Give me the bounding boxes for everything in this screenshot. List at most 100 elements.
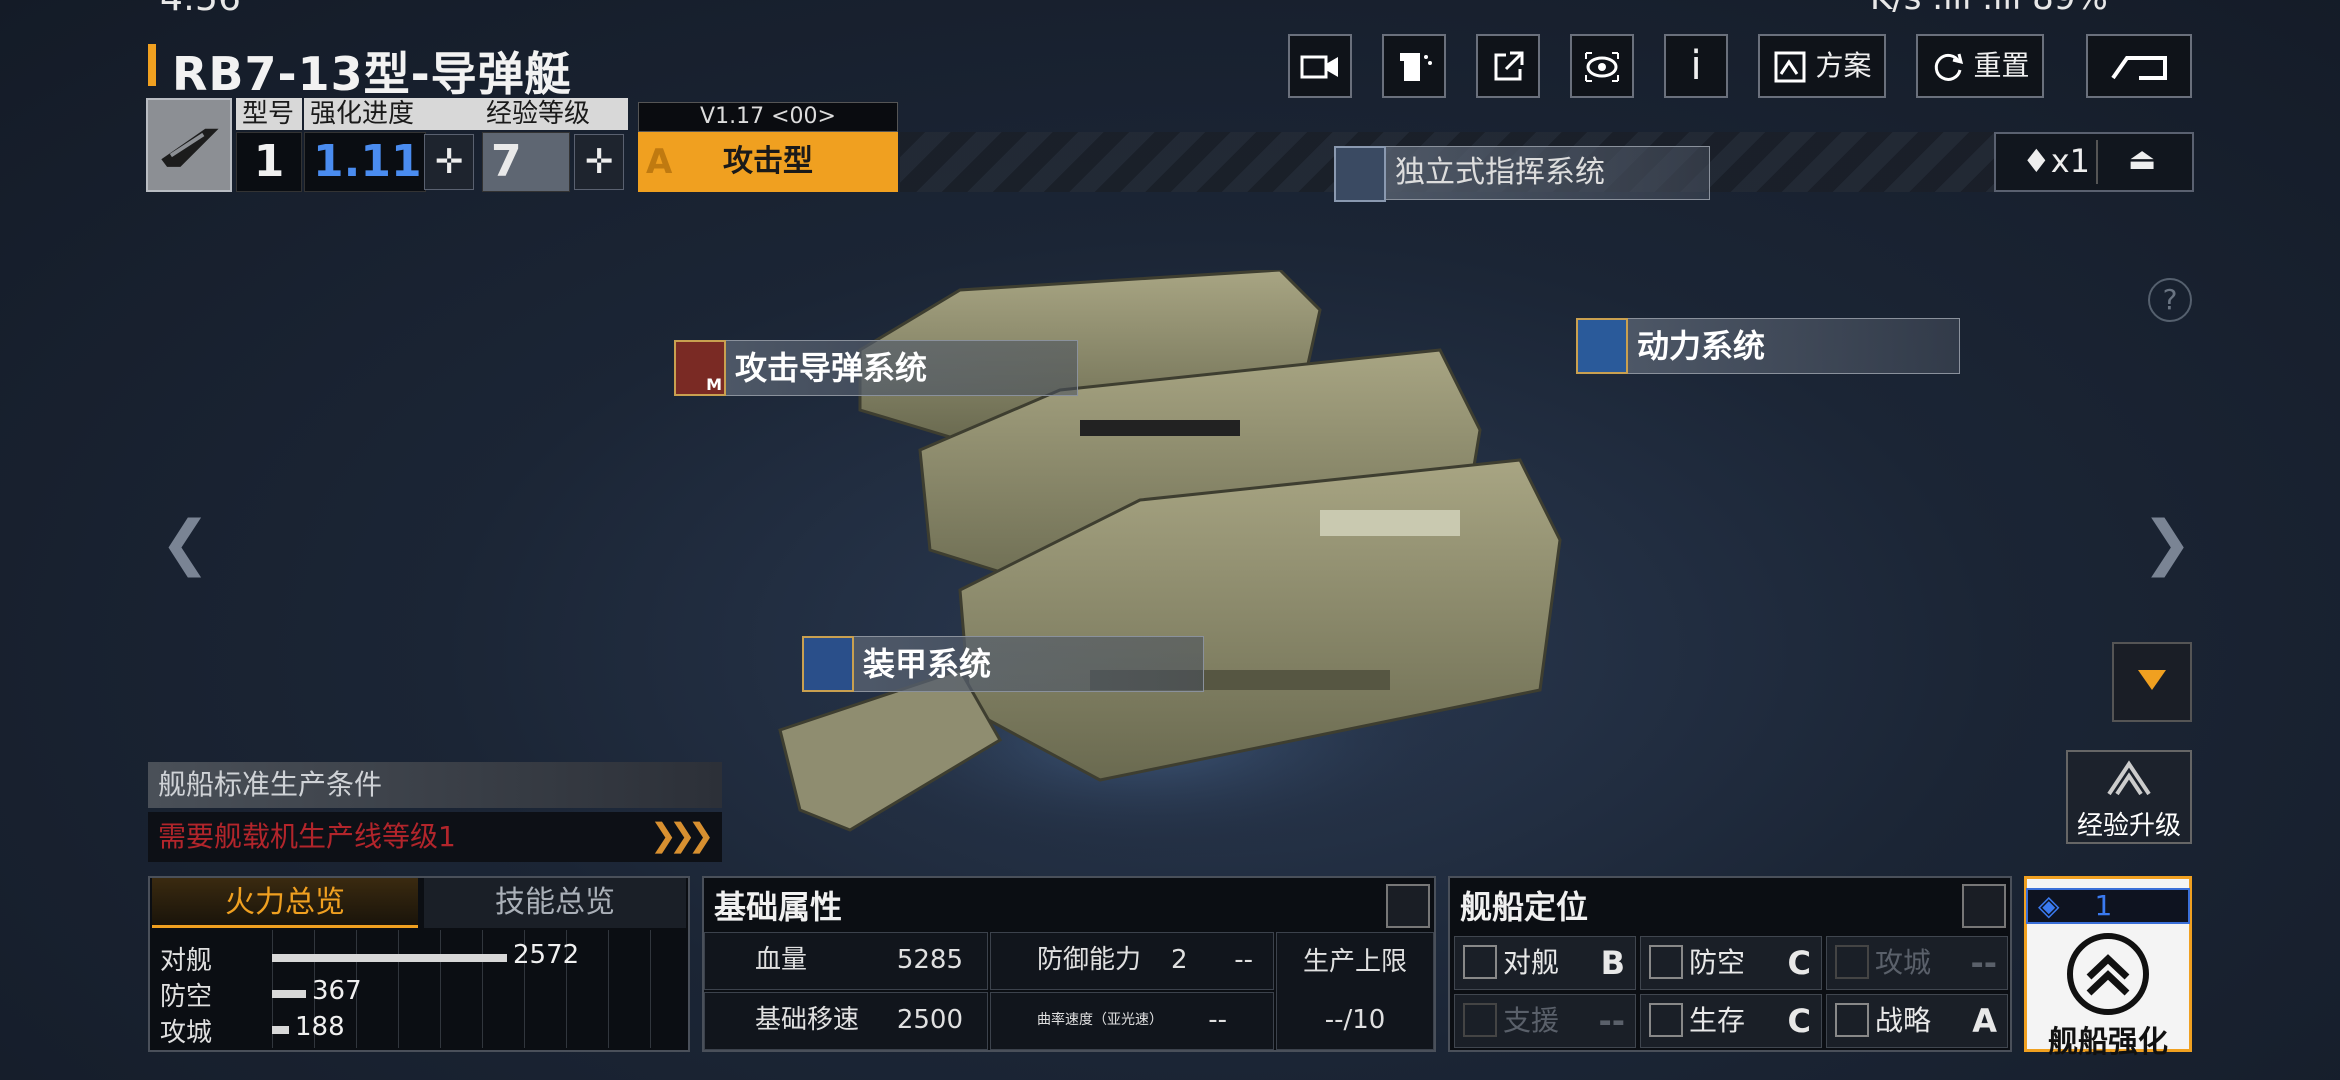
info-icon: i [1690,43,1702,89]
experience-upgrade-label: 经验升级 [2076,811,2181,841]
help-button[interactable]: ? [2148,278,2192,322]
production-condition-title: 舰船标准生产条件 [148,762,722,808]
ship-type-label: 攻击型 [723,144,813,179]
share-button[interactable] [1476,34,1540,98]
expand-copy-icon[interactable] [1386,884,1430,928]
back-button[interactable] [2086,34,2192,98]
speed-cell: 基础移速 2500 [704,992,988,1050]
hp-value: 5285 [896,945,963,975]
role-grade: C [1787,1002,1811,1040]
command-system-label[interactable]: 独立式指挥系统 [1334,146,1710,202]
ship-type-letter: A [646,142,673,182]
role-label: 生存 [1689,1004,1746,1037]
production-limit-value: --/10 [1324,1005,1386,1035]
role-label: 对舰 [1503,946,1560,979]
exp-level-header: 经验等级 [480,98,628,130]
scheme-label: 方案 [1815,49,1872,82]
triangle-down-icon [2138,670,2166,690]
missile-system-text: 攻击导弹系统 [735,349,928,387]
view-mode-button[interactable] [1570,34,1634,98]
role-icon [1835,1003,1869,1037]
role-grade: A [1972,1002,1997,1040]
defense-label: 防御能力 [1037,945,1142,975]
record-video-button[interactable] [1288,34,1352,98]
firepower-bar [272,990,306,998]
tab-skills[interactable]: 技能总览 [424,878,686,928]
role-label: 战略 [1875,1004,1932,1037]
multiplier-box: ♦x1 ⏏ [1994,132,2194,192]
back-icon [2111,56,2167,80]
divider [2096,140,2098,184]
production-limit-label: 生产上限 [1302,947,1407,977]
exp-level-add-button[interactable]: ✛ [574,134,624,190]
enhance-count-box: ◈ 1 [2026,888,2190,924]
warp-cell: 曲率速度（亚光速） -- [990,992,1274,1050]
multiplier[interactable]: ♦x1 [2022,142,2090,180]
double-chevron-up-icon [2067,933,2149,1015]
positioning-title: 舰船定位 [1460,888,1589,926]
experience-upgrade-button[interactable]: 经验升级 [2066,750,2192,844]
positioning-expand-icon[interactable] [1962,884,2006,928]
paint-button[interactable] [1382,34,1446,98]
status-indicators: K/s .ill .ill 89% [1870,0,2108,18]
firepower-label: 防空 [160,982,213,1012]
role-icon [1649,945,1683,979]
shield-icon [802,636,854,692]
next-ship-arrow[interactable]: ❯ [2142,508,2192,578]
missile-system-label[interactable]: M 攻击导弹系统 [674,340,1078,396]
command-system-icon [1334,146,1386,202]
reset-button[interactable]: 重置 [1916,34,2044,98]
role-cell: 战略 A [1826,994,2008,1048]
exp-level-value: 7 [482,132,570,192]
enhance-icon: ◈ [2038,889,2060,922]
role-icon [1463,945,1497,979]
title-accent [148,44,156,86]
role-grade: -- [1598,1002,1625,1040]
production-requirement: 需要舰载机生产线等级1 [148,812,722,862]
armor-system-label[interactable]: 装甲系统 [802,636,1204,692]
reset-icon [1934,53,1963,81]
power-icon [1576,318,1628,374]
enhance-count: 1 [2094,889,2113,922]
role-icon [1649,1003,1683,1037]
reset-label: 重置 [1973,49,2030,82]
firepower-value: 2572 [513,940,580,970]
role-icon [1835,945,1869,979]
version-label: V1.17 <00> [638,102,898,132]
role-label: 支援 [1503,1004,1560,1037]
speed-value: 2500 [896,1005,963,1035]
firepower-bar [272,954,507,962]
info-button[interactable]: i [1664,34,1728,98]
view-icon [1585,52,1619,82]
role-grade: C [1787,944,1811,982]
defense-value: 2 [1171,945,1188,975]
firepower-value: 188 [295,1012,345,1042]
progress-value: 1.11 [304,132,426,192]
armor-system-text: 装甲系统 [863,645,992,683]
tab-firepower[interactable]: 火力总览 [152,878,418,928]
prev-ship-arrow[interactable]: ❮ [160,508,210,578]
missile-tag: M [706,375,722,394]
status-time: 4:56 [160,0,241,19]
ship-class-emblem-icon [146,98,232,192]
role-grade: B [1600,944,1625,982]
multiplier-label: x1 [2050,142,2090,180]
role-cell: 对舰 B [1454,936,1636,990]
diamond-icon: ♦ [2022,142,2051,180]
warp-label: 曲率速度（亚光速） [1037,1012,1163,1028]
paint-spray-icon [1400,53,1432,81]
expand-down-button[interactable] [2112,642,2192,722]
command-system-text: 独立式指挥系统 [1395,155,1605,190]
power-system-label[interactable]: 动力系统 [1576,318,1960,374]
firepower-label: 攻城 [160,1018,213,1048]
layer-up-icon[interactable]: ⏏ [2128,142,2156,177]
model-header: 型号 [236,98,302,130]
role-label: 防空 [1689,946,1746,979]
scheme-button[interactable]: 方案 [1758,34,1886,98]
speed-label: 基础移速 [755,1005,860,1035]
progress-add-button[interactable]: ✛ [424,134,474,190]
rank-up-icon [2107,760,2151,796]
chevrons-icon: ❯❯❯ [650,816,715,854]
defense-cell: 防御能力 2 -- [990,932,1274,990]
role-cell: 生存 C [1640,994,1822,1048]
